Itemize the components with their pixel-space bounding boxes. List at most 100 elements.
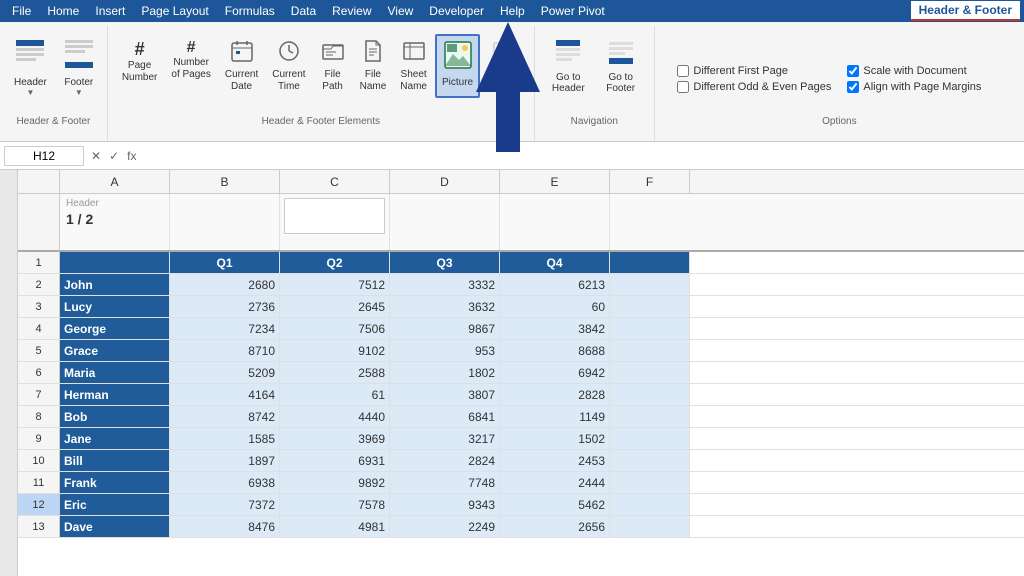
go-to-footer-button[interactable]: Go toFooter xyxy=(599,34,643,98)
menu-insert[interactable]: Insert xyxy=(87,2,133,20)
navigation-group-label: Navigation xyxy=(571,116,618,127)
page-number-button[interactable]: # PageNumber xyxy=(116,34,164,98)
cell-john-q3[interactable]: 3332 xyxy=(390,274,500,295)
row-num-10[interactable]: 10 xyxy=(18,450,60,472)
file-name-button[interactable]: FileName xyxy=(354,34,393,98)
diff-first-page-label: Different First Page xyxy=(693,65,788,77)
cell-george-name[interactable]: George xyxy=(60,318,170,339)
number-of-pages-label: Numberof Pages xyxy=(171,57,210,81)
row-num-2[interactable]: 2 xyxy=(18,274,60,296)
col-header-B[interactable]: B xyxy=(170,170,280,193)
col-header-D[interactable]: D xyxy=(390,170,500,193)
page-number-icon: # xyxy=(135,39,145,60)
row-num-13[interactable]: 13 xyxy=(18,516,60,538)
row-num-3[interactable]: 3 xyxy=(18,296,60,318)
row-num-8[interactable]: 8 xyxy=(18,406,60,428)
go-to-footer-label: Go toFooter xyxy=(606,72,635,94)
current-time-label: CurrentTime xyxy=(272,69,305,93)
menu-header-footer[interactable]: Header & Footer xyxy=(911,1,1020,21)
insert-function-button[interactable]: fx xyxy=(124,149,139,163)
header-icon xyxy=(14,38,46,77)
menu-file[interactable]: File xyxy=(4,2,39,20)
menu-bar: File Home Insert Page Layout Formulas Da… xyxy=(0,0,1024,22)
cell-john-q1[interactable]: 2680 xyxy=(170,274,280,295)
row-number-column: 1 2 3 4 5 6 7 8 9 10 11 12 13 xyxy=(18,194,60,538)
formula-input[interactable] xyxy=(143,147,1020,165)
sheet-name-button[interactable]: SheetName xyxy=(394,34,433,98)
th-q4: Q4 xyxy=(500,252,610,273)
ribbon: Header ▼ xyxy=(0,22,1024,142)
header-button-label: Header xyxy=(14,77,47,88)
picture-icon xyxy=(443,40,473,77)
cell-lucy-q4[interactable]: 60 xyxy=(500,296,610,317)
menu-data[interactable]: Data xyxy=(283,2,324,20)
number-of-pages-button[interactable]: # Numberof Pages xyxy=(165,34,216,98)
menu-power-pivot[interactable]: Power Pivot xyxy=(533,2,613,20)
go-to-header-icon xyxy=(554,38,582,72)
table-row: Dave 8476 4981 2249 2656 xyxy=(60,516,1024,538)
table-row: Maria 5209 2588 1802 6942 xyxy=(60,362,1024,384)
row-num-12[interactable]: 12 xyxy=(18,494,60,516)
cell-lucy-q2[interactable]: 2645 xyxy=(280,296,390,317)
current-time-button[interactable]: CurrentTime xyxy=(266,34,311,98)
cell-lucy-name[interactable]: Lucy xyxy=(60,296,170,317)
sheet-name-icon xyxy=(402,39,426,69)
row-num-6[interactable]: 6 xyxy=(18,362,60,384)
row-num-9[interactable]: 9 xyxy=(18,428,60,450)
picture-button[interactable]: Picture xyxy=(435,34,480,98)
cell-lucy-q3[interactable]: 3632 xyxy=(390,296,500,317)
formula-controls: ✕ ✓ fx xyxy=(88,149,139,163)
menu-view[interactable]: View xyxy=(380,2,422,20)
col-header-E[interactable]: E xyxy=(500,170,610,193)
page-header-label: Header xyxy=(66,198,163,209)
footer-dropdown-arrow: ▼ xyxy=(75,88,83,97)
cell-john-q2[interactable]: 7512 xyxy=(280,274,390,295)
number-of-pages-icon: # xyxy=(187,39,196,57)
elements-group-label: Header & Footer Elements xyxy=(262,116,380,127)
cell-john-name[interactable]: John xyxy=(60,274,170,295)
table-row: Lucy 2736 2645 3632 60 xyxy=(60,296,1024,318)
menu-developer[interactable]: Developer xyxy=(421,2,492,20)
diff-odd-even-option: Different Odd & Even Pages xyxy=(677,81,831,93)
cell-lucy-q1[interactable]: 2736 xyxy=(170,296,280,317)
confirm-formula-button[interactable]: ✓ xyxy=(106,149,122,163)
menu-page-layout[interactable]: Page Layout xyxy=(133,2,216,20)
cancel-formula-button[interactable]: ✕ xyxy=(88,149,104,163)
row-num-5[interactable]: 5 xyxy=(18,340,60,362)
scale-with-doc-checkbox[interactable] xyxy=(847,65,859,77)
page-header-content[interactable]: 1 / 2 xyxy=(66,209,163,227)
format-picture-button[interactable]: FormatPicture xyxy=(482,34,526,98)
col-header-A[interactable]: A xyxy=(60,170,170,193)
spreadsheet: A B C D E F 1 2 3 4 5 6 7 xyxy=(0,170,1024,576)
menu-help[interactable]: Help xyxy=(492,2,533,20)
table-row: Grace 8710 9102 953 8688 xyxy=(60,340,1024,362)
menu-formulas[interactable]: Formulas xyxy=(217,2,283,20)
file-path-icon xyxy=(321,39,345,69)
row-num-1[interactable]: 1 xyxy=(18,252,60,274)
cell-reference-box[interactable] xyxy=(4,146,84,166)
current-time-icon xyxy=(277,39,301,69)
table-row: Herman 4164 61 3807 2828 xyxy=(60,384,1024,406)
options-group-label: Options xyxy=(822,116,856,127)
col-header-C[interactable]: C xyxy=(280,170,390,193)
diff-first-page-checkbox[interactable] xyxy=(677,65,689,77)
cell-john-q4[interactable]: 6213 xyxy=(500,274,610,295)
diff-odd-even-checkbox[interactable] xyxy=(677,81,689,93)
row-num-4[interactable]: 4 xyxy=(18,318,60,340)
align-margins-label: Align with Page Margins xyxy=(863,81,981,93)
th-extra xyxy=(610,252,690,273)
picture-label: Picture xyxy=(442,77,473,89)
go-to-header-button[interactable]: Go toHeader xyxy=(546,34,591,98)
table-row: Jane 1585 3969 3217 1502 xyxy=(60,428,1024,450)
col-header-F[interactable]: F xyxy=(610,170,690,193)
menu-home[interactable]: Home xyxy=(39,2,87,20)
row-num-11[interactable]: 11 xyxy=(18,472,60,494)
footer-button[interactable]: Footer ▼ xyxy=(57,34,101,101)
align-margins-checkbox[interactable] xyxy=(847,81,859,93)
row-num-7[interactable]: 7 xyxy=(18,384,60,406)
current-date-button[interactable]: CurrentDate xyxy=(219,34,264,98)
menu-review[interactable]: Review xyxy=(324,2,379,20)
header-button[interactable]: Header ▼ xyxy=(8,34,53,101)
file-path-button[interactable]: FilePath xyxy=(314,34,352,98)
ribbon-group-options: Different First Page Scale with Document… xyxy=(655,26,1024,141)
